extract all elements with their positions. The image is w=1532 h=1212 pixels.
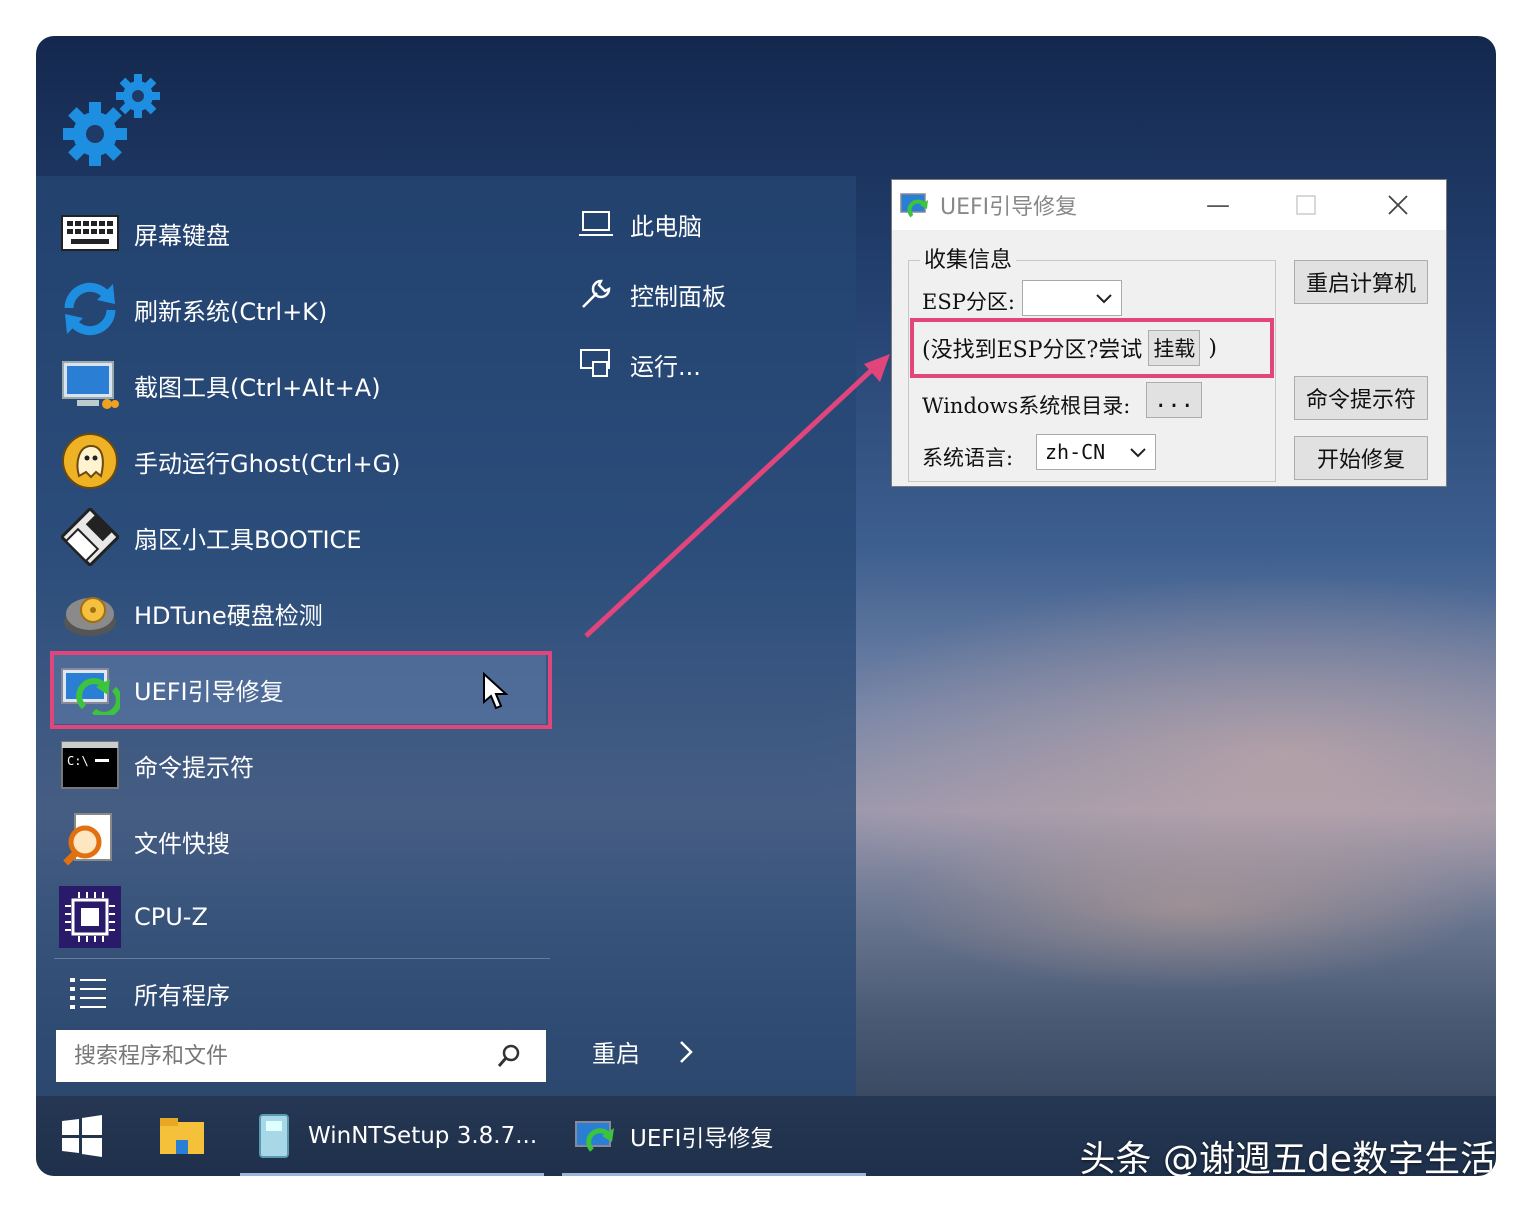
ghost-icon: [58, 429, 122, 493]
right-item-control-panel[interactable]: 控制面板: [576, 274, 726, 314]
language-select[interactable]: zh-CN: [1036, 434, 1156, 470]
settings-gears-icon: [63, 74, 160, 166]
taskbar-item-winntsetup[interactable]: WinNTSetup 3.8.7...: [256, 1096, 537, 1176]
cmd-icon: C:\: [58, 733, 122, 797]
esp-partition-select[interactable]: [1022, 280, 1122, 316]
menu-item-all-programs[interactable]: 所有程序: [50, 958, 540, 1028]
uefi-repair-icon: [900, 193, 928, 218]
command-prompt-button[interactable]: 命令提示符: [1294, 376, 1428, 420]
keyboard-icon: [58, 201, 122, 265]
folder-icon: [160, 1118, 204, 1154]
menu-item-label: 手动运行Ghost(Ctrl+G): [134, 449, 401, 478]
minimize-button[interactable]: —: [1188, 180, 1248, 230]
disk-icon: [58, 505, 122, 569]
esp-notice-prefix: (没找到ESP分区?尝试: [922, 338, 1143, 363]
chevron-right-icon[interactable]: [678, 1039, 694, 1065]
annotation-arrow: [584, 354, 890, 638]
close-icon: [1388, 195, 1408, 215]
menu-item-label: 截图工具(Ctrl+Alt+A): [134, 373, 381, 402]
wrench-icon: [576, 274, 616, 314]
screenshot-icon: [58, 353, 122, 417]
uefi-repair-icon: [575, 1121, 614, 1152]
browse-button[interactable]: ...: [1146, 382, 1202, 418]
start-button[interactable]: [60, 1096, 104, 1176]
hdtune-icon: [58, 581, 122, 645]
taskbar-item-label: WinNTSetup 3.8.7...: [308, 1123, 538, 1149]
menu-item-label: 屏幕键盘: [134, 221, 230, 250]
menu-item-screenshot-tool[interactable]: 截图工具(Ctrl+Alt+A): [50, 350, 540, 420]
minimize-icon: —: [1206, 191, 1230, 219]
start-repair-button[interactable]: 开始修复: [1294, 436, 1428, 480]
chevron-down-icon: [1130, 448, 1146, 458]
menu-item-label: 刷新系统(Ctrl+K): [134, 297, 328, 326]
right-item-label: 此电脑: [630, 212, 702, 241]
restart-button[interactable]: 重启: [592, 1034, 694, 1069]
group-title: 收集信息: [920, 242, 1017, 274]
dialog-title: UEFI引导修复: [940, 195, 1078, 220]
menu-item-onscreen-keyboard[interactable]: 屏幕键盘: [50, 198, 540, 268]
menu-item-ghost[interactable]: 手动运行Ghost(Ctrl+G): [50, 426, 540, 496]
taskbar-active-indicator: [240, 1173, 544, 1176]
right-item-label: 控制面板: [630, 282, 726, 311]
chevron-down-icon: [1096, 294, 1112, 304]
svg-text:C:\: C:\: [67, 754, 89, 768]
uefi-repair-dialog: UEFI引导修复 — 收集信息 ESP分区: (没找到ESP分区?尝试 挂载 )…: [891, 179, 1447, 487]
esp-label: ESP分区:: [922, 290, 1015, 314]
uefi-menu-highlight: [50, 651, 552, 729]
taskbar-item-label: UEFI引导修复: [630, 1126, 774, 1152]
watermark: 头条 @谢週五de数字生活: [1079, 1139, 1496, 1176]
menu-item-refresh-system[interactable]: 刷新系统(Ctrl+K): [50, 274, 540, 344]
menu-item-label: CPU-Z: [134, 903, 208, 931]
menu-item-bootice[interactable]: 扇区小工具BOOTICE: [50, 502, 540, 572]
menu-item-cpu-z[interactable]: CPU-Z: [50, 882, 540, 952]
esp-notice-suffix: ): [1208, 335, 1217, 361]
refresh-icon: [58, 277, 122, 341]
restart-label: 重启: [592, 1040, 640, 1068]
menu-item-label: HDTune硬盘检测: [134, 601, 323, 630]
menu-item-file-search[interactable]: 文件快搜: [50, 806, 540, 876]
search-icon[interactable]: [496, 1043, 522, 1069]
restart-computer-button[interactable]: 重启计算机: [1294, 260, 1428, 304]
menu-item-label: 扇区小工具BOOTICE: [134, 525, 362, 554]
close-button[interactable]: [1368, 180, 1428, 230]
windows-logo-icon: [62, 1115, 102, 1157]
search-box[interactable]: [56, 1030, 546, 1082]
menu-item-hdtune[interactable]: HDTune硬盘检测: [50, 578, 540, 648]
search-input[interactable]: [72, 1042, 496, 1070]
taskbar-item-uefi-repair[interactable]: UEFI引导修复: [574, 1096, 773, 1176]
maximize-button[interactable]: [1276, 180, 1336, 230]
language-label: 系统语言:: [922, 446, 1014, 470]
file-search-icon: [58, 809, 122, 873]
mount-button[interactable]: 挂载: [1148, 330, 1201, 366]
dialog-titlebar[interactable]: UEFI引导修复 —: [892, 180, 1446, 230]
list-icon: [58, 961, 122, 1025]
language-value: zh-CN: [1045, 440, 1106, 464]
cpu-icon: [58, 885, 122, 949]
taskbar-active-indicator: [562, 1173, 866, 1176]
menu-item-label: 文件快搜: [134, 829, 230, 858]
computer-icon: [576, 204, 616, 244]
desktop: 屏幕键盘 刷新系统(Ctrl+K) 截图工具(Ctrl+Alt+A) 手动运行G…: [36, 36, 1496, 1176]
right-item-this-pc[interactable]: 此电脑: [576, 204, 702, 244]
windows-root-label: Windows系统根目录:: [922, 394, 1131, 418]
menu-item-label: 命令提示符: [134, 753, 254, 782]
winntsetup-icon: [259, 1114, 289, 1158]
menu-item-label: 所有程序: [134, 981, 230, 1010]
esp-notice: (没找到ESP分区?尝试 挂载 ): [922, 330, 1217, 366]
file-explorer-button[interactable]: [158, 1096, 206, 1176]
maximize-icon: [1296, 195, 1316, 215]
menu-item-command-prompt[interactable]: C:\ 命令提示符: [50, 730, 540, 800]
